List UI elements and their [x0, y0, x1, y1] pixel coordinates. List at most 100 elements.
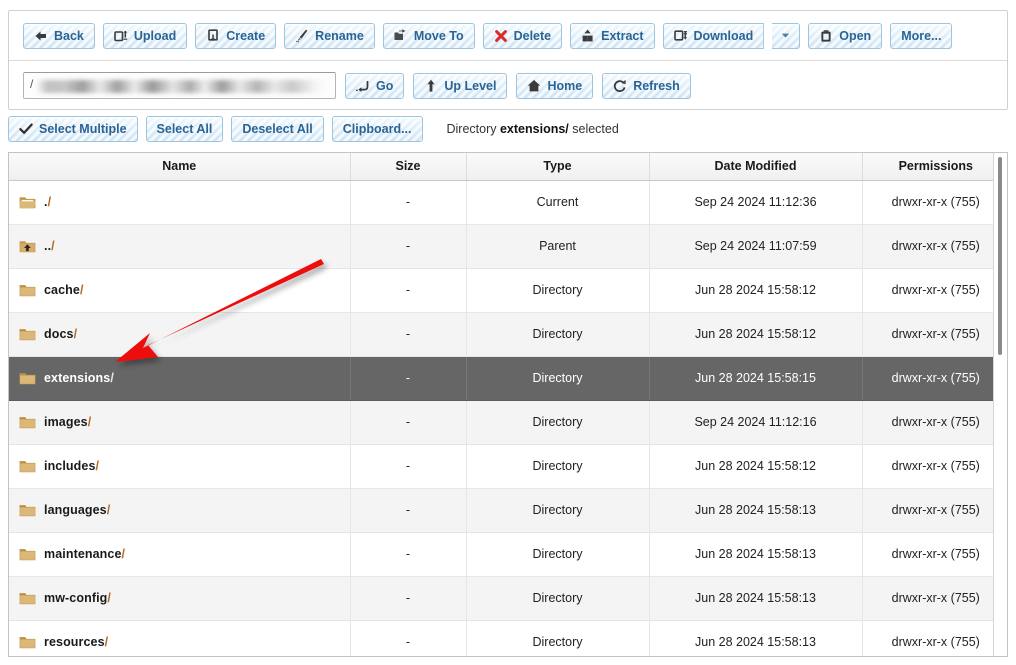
file-name-label: docs/ [44, 327, 77, 341]
up-arrow-icon [424, 79, 438, 93]
folder-icon [19, 283, 36, 297]
cell-name[interactable]: ./ [9, 180, 350, 224]
home-button-label: Home [547, 79, 582, 93]
download-button-label: Download [694, 29, 754, 43]
cell-name[interactable]: docs/ [9, 312, 350, 356]
back-button[interactable]: Back [23, 23, 95, 49]
cell-permissions: drwxr-xr-x (755) [862, 532, 1008, 576]
deselect-all-label: Deselect All [242, 122, 312, 136]
up-level-button[interactable]: Up Level [413, 73, 507, 99]
column-header-type[interactable]: Type [466, 153, 649, 180]
cell-size: - [350, 180, 466, 224]
cell-name[interactable]: resources/ [9, 620, 350, 657]
folder-icon [19, 327, 36, 341]
path-toolbar: / Go Up Level [9, 61, 691, 110]
refresh-button[interactable]: Refresh [602, 73, 691, 99]
cell-type: Parent [466, 224, 649, 268]
file-name-label: images/ [44, 415, 91, 429]
cell-name[interactable]: ../ [9, 224, 350, 268]
table-row[interactable]: resources/-DirectoryJun 28 2024 15:58:13… [9, 620, 1008, 657]
column-header-date[interactable]: Date Modified [649, 153, 862, 180]
select-multiple-button[interactable]: Select Multiple [8, 116, 138, 142]
selection-status-suffix: selected [569, 122, 619, 136]
file-table-header: Name Size Type Date Modified Permissions [9, 153, 1008, 180]
folder-icon [19, 591, 36, 605]
column-header-permissions[interactable]: Permissions [862, 153, 1008, 180]
create-button[interactable]: Create [195, 23, 276, 49]
home-button[interactable]: Home [516, 73, 593, 99]
folder-up-icon [19, 239, 36, 253]
table-row[interactable]: mw-config/-DirectoryJun 28 2024 15:58:13… [9, 576, 1008, 620]
create-file-icon [206, 29, 220, 43]
vertical-scrollbar[interactable] [993, 153, 1007, 656]
delete-button-label: Delete [514, 29, 552, 43]
rename-button[interactable]: Rename [284, 23, 375, 49]
cell-name[interactable]: includes/ [9, 444, 350, 488]
table-row[interactable]: maintenance/-DirectoryJun 28 2024 15:58:… [9, 532, 1008, 576]
cell-type: Directory [466, 620, 649, 657]
create-button-label: Create [226, 29, 265, 43]
download-button[interactable]: Download [663, 23, 765, 49]
clipboard-label: Clipboard... [343, 122, 412, 136]
cell-permissions: drwxr-xr-x (755) [862, 224, 1008, 268]
folder-icon [19, 635, 36, 649]
deselect-all-button[interactable]: Deselect All [231, 116, 323, 142]
cell-name[interactable]: images/ [9, 400, 350, 444]
cell-type: Directory [466, 532, 649, 576]
extract-button[interactable]: Extract [570, 23, 654, 49]
path-input-value: / [30, 77, 33, 91]
cell-date: Jun 28 2024 15:58:13 [649, 488, 862, 532]
cell-date: Jun 28 2024 15:58:13 [649, 532, 862, 576]
folder-icon [19, 503, 36, 517]
file-name-label: languages/ [44, 503, 110, 517]
cell-size: - [350, 312, 466, 356]
download-dropdown-button[interactable] [772, 23, 800, 49]
table-row[interactable]: docs/-DirectoryJun 28 2024 15:58:12drwxr… [9, 312, 1008, 356]
delete-button[interactable]: Delete [483, 23, 563, 49]
file-name-label: cache/ [44, 283, 84, 297]
column-header-size[interactable]: Size [350, 153, 466, 180]
upload-button-label: Upload [134, 29, 176, 43]
scrollbar-thumb[interactable] [998, 157, 1002, 355]
cell-name[interactable]: cache/ [9, 268, 350, 312]
column-header-name[interactable]: Name [9, 153, 350, 180]
select-all-button[interactable]: Select All [146, 116, 224, 142]
cell-permissions: drwxr-xr-x (755) [862, 312, 1008, 356]
cell-type: Directory [466, 576, 649, 620]
folder-icon [19, 371, 36, 385]
extract-icon [581, 29, 595, 43]
clipboard-button[interactable]: Clipboard... [332, 116, 423, 142]
file-name-label: resources/ [44, 635, 108, 649]
more-button[interactable]: More... [890, 23, 952, 49]
table-row[interactable]: languages/-DirectoryJun 28 2024 15:58:13… [9, 488, 1008, 532]
cell-type: Directory [466, 268, 649, 312]
table-row[interactable]: ./-CurrentSep 24 2024 11:12:36drwxr-xr-x… [9, 180, 1008, 224]
open-button-label: Open [839, 29, 871, 43]
cell-size: - [350, 488, 466, 532]
cell-name[interactable]: languages/ [9, 488, 350, 532]
more-button-label: More... [901, 29, 941, 43]
cell-name[interactable]: maintenance/ [9, 532, 350, 576]
cell-name[interactable]: extensions/ [9, 356, 350, 400]
upload-button[interactable]: Upload [103, 23, 187, 49]
folder-icon [19, 415, 36, 429]
table-row[interactable]: extensions/-DirectoryJun 28 2024 15:58:1… [9, 356, 1008, 400]
move-to-button[interactable]: Move To [383, 23, 475, 49]
table-row[interactable]: images/-DirectorySep 24 2024 11:12:16drw… [9, 400, 1008, 444]
table-row[interactable]: cache/-DirectoryJun 28 2024 15:58:12drwx… [9, 268, 1008, 312]
cell-date: Sep 24 2024 11:12:16 [649, 400, 862, 444]
open-button[interactable]: Open [808, 23, 882, 49]
path-input[interactable]: / [23, 72, 336, 99]
toolbar-panel: Back Upload [8, 10, 1008, 110]
file-table-body: ./-CurrentSep 24 2024 11:12:36drwxr-xr-x… [9, 180, 1008, 657]
cell-size: - [350, 268, 466, 312]
table-row[interactable]: includes/-DirectoryJun 28 2024 15:58:12d… [9, 444, 1008, 488]
download-icon [674, 29, 688, 43]
go-button[interactable]: Go [345, 73, 404, 99]
delete-x-icon [494, 29, 508, 43]
selection-status-name: extensions/ [500, 122, 569, 136]
cell-permissions: drwxr-xr-x (755) [862, 576, 1008, 620]
cell-name[interactable]: mw-config/ [9, 576, 350, 620]
table-row[interactable]: ../-ParentSep 24 2024 11:07:59drwxr-xr-x… [9, 224, 1008, 268]
folder-icon [19, 547, 36, 561]
